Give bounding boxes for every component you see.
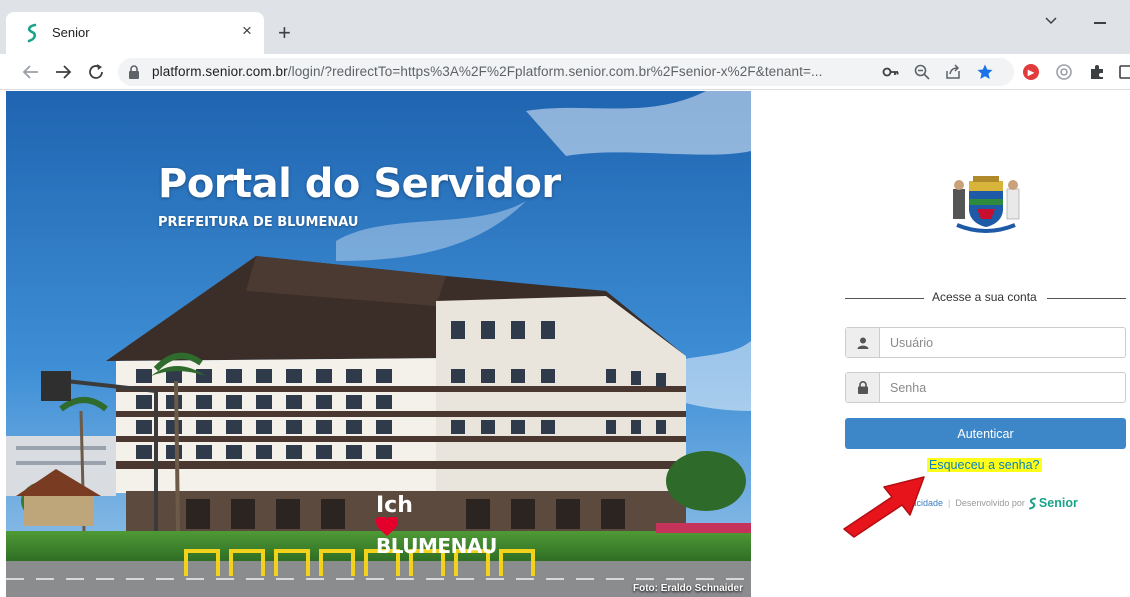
- logo-city: BLUMENAU: [376, 534, 497, 558]
- browser-toolbar: platform.senior.com.br/login/?redirectTo…: [0, 54, 1130, 90]
- address-bar[interactable]: platform.senior.com.br/login/?redirectTo…: [118, 58, 1014, 86]
- bookmark-star-icon[interactable]: [976, 63, 994, 81]
- zoom-icon[interactable]: [913, 63, 931, 81]
- senior-favicon-icon: [27, 23, 37, 43]
- tab-close-button[interactable]: ×: [242, 22, 252, 39]
- password-field[interactable]: [845, 372, 1126, 403]
- url-host: platform.senior.com.br: [152, 64, 288, 79]
- extension-gear-icon[interactable]: [1055, 63, 1073, 81]
- section-title: Acesse a sua conta: [932, 290, 1037, 304]
- senior-logo-icon: [1028, 497, 1036, 509]
- reload-icon[interactable]: [85, 61, 107, 83]
- new-tab-button[interactable]: +: [278, 22, 291, 44]
- developed-by-text: Desenvolvido por: [955, 498, 1025, 508]
- padlock-icon: [857, 381, 868, 394]
- minimize-icon[interactable]: [1094, 22, 1106, 24]
- password-input[interactable]: [880, 373, 1125, 402]
- annotation-arrow-icon: [843, 476, 925, 538]
- user-icon: [857, 337, 868, 349]
- extension-red-icon[interactable]: ▶: [1022, 63, 1040, 81]
- authenticate-button[interactable]: Autenticar: [845, 418, 1126, 449]
- portal-title: Portal do Servidor: [158, 161, 561, 207]
- forward-arrow-icon[interactable]: [52, 61, 74, 83]
- share-icon[interactable]: [944, 63, 962, 81]
- username-input[interactable]: [880, 328, 1125, 357]
- logo-word: Ich: [376, 493, 413, 518]
- lock-icon[interactable]: [128, 65, 140, 79]
- back-arrow-icon[interactable]: [20, 61, 42, 83]
- divider-right: [1047, 298, 1126, 299]
- divider-left: [845, 298, 924, 299]
- url-text[interactable]: platform.senior.com.br/login/?redirectTo…: [152, 64, 823, 79]
- tab-search-chevron-icon[interactable]: [1042, 14, 1060, 28]
- extensions-puzzle-icon[interactable]: [1088, 63, 1106, 81]
- svg-text:▶: ▶: [1027, 68, 1035, 77]
- url-path: /login/?redirectTo=https%3A%2F%2Fplatfor…: [287, 64, 823, 79]
- ich-blumenau-logo: Ich BLUMENAU: [376, 495, 497, 556]
- senior-brand-label: Senior: [1038, 496, 1078, 510]
- tab-title: Senior: [52, 25, 90, 40]
- hero-banner: Portal do Servidor PREFEITURA DE BLUMENA…: [6, 91, 751, 597]
- key-icon[interactable]: [882, 63, 900, 81]
- footer-separator: |: [948, 498, 951, 508]
- senior-brand-link[interactable]: Senior: [1028, 496, 1078, 510]
- blumenau-coat-of-arms-icon: [953, 176, 1020, 233]
- user-icon-addon: [846, 328, 880, 357]
- tab-strip: Senior × +: [0, 0, 1130, 54]
- portal-subtitle: PREFEITURA DE BLUMENAU: [158, 215, 359, 230]
- username-field[interactable]: [845, 327, 1126, 358]
- forgot-password-link[interactable]: Esqueceu a senha?: [927, 458, 1042, 472]
- login-panel: Acesse a sua conta Autenticar Esqueceu a: [751, 91, 1130, 597]
- sidebar-panel-icon[interactable]: [1118, 63, 1130, 81]
- active-tab[interactable]: Senior ×: [6, 12, 264, 54]
- padlock-icon-addon: [846, 373, 880, 402]
- photo-credit: Foto: Eraldo Schnaider: [632, 583, 743, 594]
